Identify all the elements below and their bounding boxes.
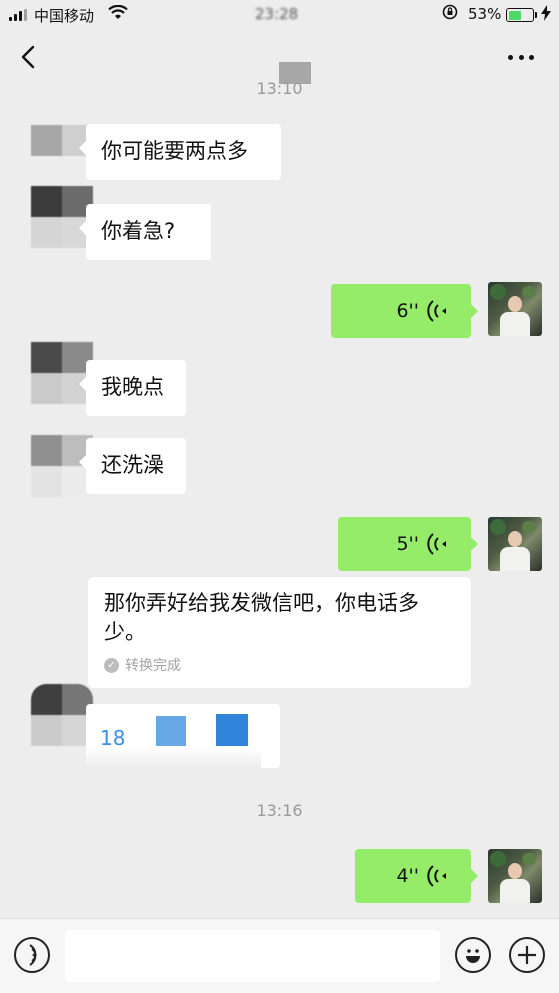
contact-avatar[interactable]	[31, 125, 93, 187]
ellipsis-icon	[508, 54, 513, 60]
redacted-block	[156, 716, 186, 746]
voice-mode-icon	[29, 944, 37, 966]
my-avatar[interactable]	[488, 517, 542, 571]
voice-mode-button[interactable]	[14, 937, 50, 973]
voice-message-bubble[interactable]: 6''	[331, 284, 478, 338]
voice-wave-icon	[427, 300, 446, 322]
more-functions-button[interactable]	[509, 937, 545, 973]
contact-avatar[interactable]	[31, 684, 93, 746]
voice-duration: 4''	[396, 865, 419, 887]
message-bubble[interactable]: 我晚点	[79, 360, 186, 416]
message-bubble[interactable]: 18	[86, 704, 280, 768]
input-bar	[0, 918, 559, 993]
emoji-icon	[466, 949, 480, 963]
chevron-left-icon	[21, 45, 35, 69]
voice-message-bubble[interactable]: 5''	[338, 517, 478, 571]
transcript-status: ✓ 转换完成	[104, 655, 455, 675]
redacted-block	[216, 714, 248, 746]
message-text: 我晚点	[101, 375, 164, 399]
battery-icon	[506, 8, 537, 22]
my-avatar[interactable]	[488, 849, 542, 903]
message-bubble[interactable]: 还洗澡	[79, 438, 186, 494]
voice-duration: 6''	[396, 300, 419, 322]
voice-wave-icon	[427, 533, 446, 555]
timestamp: 13:16	[256, 801, 303, 820]
voice-wave-icon	[427, 865, 446, 887]
message-bubble[interactable]: 你可能要两点多	[79, 124, 281, 180]
status-bar: 中国移动 23:28 53%	[0, 0, 559, 30]
transcript-text: 那你弄好给我发微信吧，你电话多少。	[104, 591, 419, 644]
chat-area[interactable]: 13:10 你可能要两点多 你着急? 6'' 我晚点 还洗澡 5'' 那你弄好给…	[0, 79, 559, 918]
plus-icon	[518, 946, 536, 964]
back-button[interactable]	[18, 42, 42, 72]
message-text: 你着急?	[101, 219, 176, 243]
charging-icon	[541, 5, 551, 21]
message-input[interactable]	[65, 930, 440, 982]
timestamp: 13:10	[256, 79, 303, 98]
carrier-name: 中国移动	[34, 7, 95, 25]
voice-duration: 5''	[396, 533, 419, 555]
contact-avatar[interactable]	[31, 342, 93, 404]
my-avatar[interactable]	[488, 282, 542, 336]
voice-transcript-bubble[interactable]: 那你弄好给我发微信吧，你电话多少。 ✓ 转换完成	[88, 577, 471, 688]
contact-avatar[interactable]	[31, 186, 93, 248]
nav-bar	[0, 30, 559, 86]
check-icon: ✓	[104, 657, 119, 673]
message-text: 你可能要两点多	[101, 139, 248, 163]
battery-percent: 53%	[468, 5, 502, 23]
message-text: 还洗澡	[101, 453, 164, 477]
orientation-lock-icon	[442, 4, 458, 20]
wifi-icon	[108, 5, 128, 21]
signal-icon	[9, 9, 29, 21]
message-text: 18	[100, 726, 126, 750]
more-options-button[interactable]	[504, 44, 538, 70]
voice-message-bubble[interactable]: 4''	[355, 849, 478, 903]
message-bubble[interactable]: 你着急?	[79, 204, 211, 260]
transcript-status-text: 转换完成	[125, 658, 181, 674]
status-time: 23:28	[255, 5, 299, 23]
emoji-button[interactable]	[455, 937, 491, 973]
